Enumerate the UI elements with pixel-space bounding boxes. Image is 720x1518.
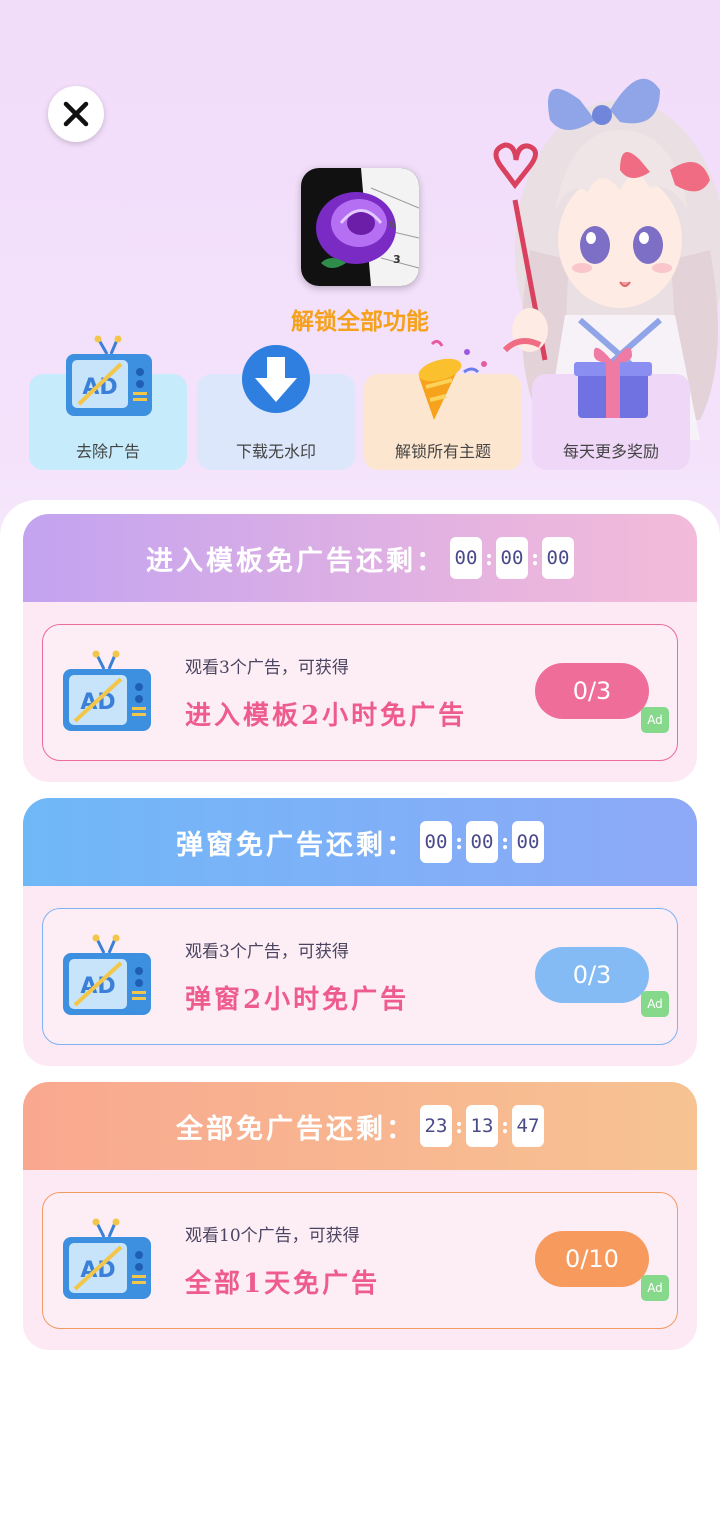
timer-minutes: 00 <box>466 821 498 863</box>
unlock-title: 解锁全部功能 <box>291 309 429 335</box>
timer-seconds: 00 <box>542 537 574 579</box>
rose-icon: 6 3 <box>301 168 419 286</box>
card-reward: 进入模板2小时免广告 <box>185 701 468 731</box>
timer-hours: 00 <box>420 821 452 863</box>
reward-card-popup: 弹窗免广告还剩： 00 : 00 : 00 AD 观看3个广告，可获得 弹窗2小… <box>23 798 697 1066</box>
feature-label: 去除广告 <box>75 442 140 461</box>
ad-badge: Ad <box>641 1275 669 1301</box>
feature-label: 下载无水印 <box>235 442 316 461</box>
ad-badge: Ad <box>641 707 669 733</box>
close-button[interactable] <box>48 86 104 142</box>
feature-list: AD 去除广告 下载无水印 解锁所有主题 每天更多奖励 <box>29 335 691 470</box>
timer-hours: 00 <box>450 537 482 579</box>
feature-remove-ads: AD 去除广告 <box>29 335 187 470</box>
ad-tv-icon: AD <box>66 335 152 416</box>
timer-seconds: 00 <box>512 821 544 863</box>
timer-hours: 23 <box>420 1105 452 1147</box>
gift-box-icon <box>574 347 652 418</box>
watch-ad-progress-button[interactable]: 0/3 <box>535 663 649 719</box>
card-header-label: 进入模板免广告还剩： <box>146 545 446 577</box>
ad-tv-icon: AD <box>63 650 151 731</box>
feature-daily-rewards: 每天更多奖励 <box>532 347 690 470</box>
feature-download-no-watermark: 下载无水印 <box>197 345 355 470</box>
card-header: 进入模板免广告还剩： 00 : 00 : 00 <box>23 514 697 602</box>
ad-tv-icon: AD <box>63 1218 151 1299</box>
card-header: 全部免广告还剩： 23 : 13 : 47 <box>23 1082 697 1170</box>
svg-text:6: 6 <box>389 218 396 231</box>
close-icon <box>63 101 89 127</box>
timer-minutes: 13 <box>466 1105 498 1147</box>
card-body: AD 观看3个广告，可获得 弹窗2小时免广告 0/3 Ad <box>42 908 678 1045</box>
card-subtitle: 观看3个广告，可获得 <box>185 942 349 962</box>
svg-text:3: 3 <box>393 253 401 266</box>
timer-seconds: 47 <box>512 1105 544 1147</box>
watch-ad-progress-button[interactable]: 0/3 <box>535 947 649 1003</box>
card-reward: 弹窗2小时免广告 <box>185 985 410 1015</box>
reward-card-template: 进入模板免广告还剩： 00 : 00 : 00 AD 观看3个广告，可获得 进入… <box>23 514 697 782</box>
timer-minutes: 00 <box>496 537 528 579</box>
feature-unlock-themes: 解锁所有主题 <box>364 339 522 470</box>
card-header: 弹窗免广告还剩： 00 : 00 : 00 <box>23 798 697 886</box>
card-header-label: 弹窗免广告还剩： <box>176 829 416 861</box>
card-subtitle: 观看3个广告，可获得 <box>185 658 349 678</box>
countdown-timer: 00 : 00 : 00 <box>420 821 544 863</box>
card-body: AD 观看10个广告，可获得 全部1天免广告 0/10 Ad <box>42 1192 678 1329</box>
ad-tv-icon: AD <box>63 934 151 1015</box>
party-popper-icon <box>418 339 487 420</box>
card-body: AD 观看3个广告，可获得 进入模板2小时免广告 0/3 Ad <box>42 624 678 761</box>
download-arrow-icon <box>242 345 310 413</box>
app-icon: 6 3 <box>301 168 419 286</box>
countdown-timer: 00 : 00 : 00 <box>450 537 574 579</box>
ad-badge: Ad <box>641 991 669 1017</box>
watch-ad-progress-button[interactable]: 0/10 <box>535 1231 649 1287</box>
feature-label: 每天更多奖励 <box>562 442 659 461</box>
countdown-timer: 23 : 13 : 47 <box>420 1105 544 1147</box>
reward-card-all: 全部免广告还剩： 23 : 13 : 47 AD 观看10个广告，可获得 全部1… <box>23 1082 697 1350</box>
card-subtitle: 观看10个广告，可获得 <box>185 1226 360 1246</box>
card-reward: 全部1天免广告 <box>185 1269 381 1299</box>
card-header-label: 全部免广告还剩： <box>176 1113 416 1145</box>
feature-label: 解锁所有主题 <box>394 442 491 461</box>
